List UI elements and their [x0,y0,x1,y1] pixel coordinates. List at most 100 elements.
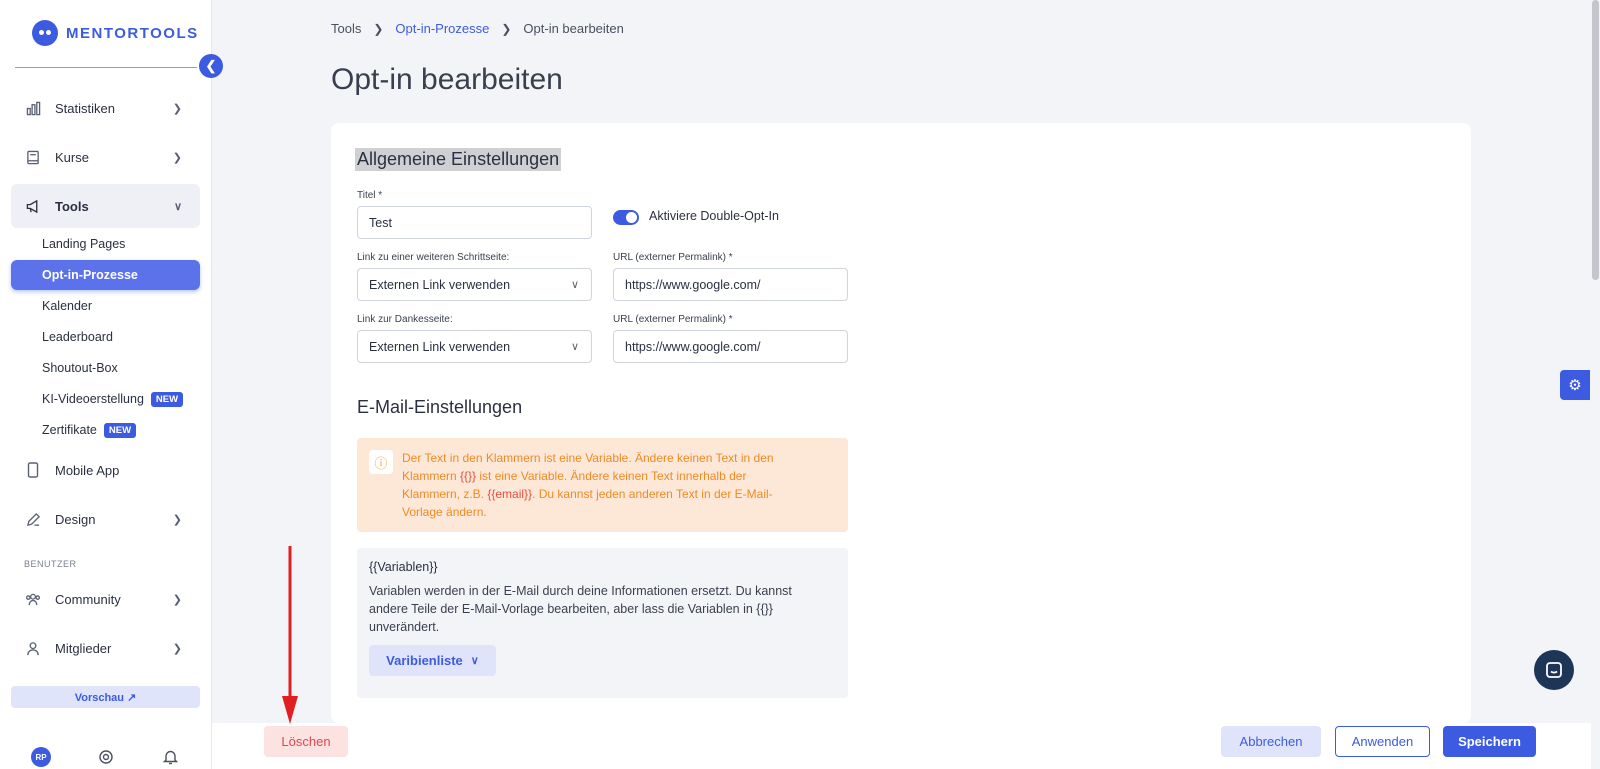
url-input-2[interactable]: https://www.google.com/ [613,330,848,363]
avatar[interactable]: RP [31,747,51,767]
thanks-link-selected: Externen Link verwenden [369,339,511,354]
sidebar-subitem-label: Shoutout-Box [42,361,118,375]
sidebar-subitem-label: Zertifikate [42,423,97,437]
variable-list-label: Varibienliste [386,653,463,668]
sidebar-item-tools[interactable]: Tools ∨ [11,184,200,228]
title-field-label: Titel * [357,190,383,201]
alert-variable: {{email}} [487,487,533,501]
chevron-left-icon: ❮ [205,58,217,73]
section-title-general: Allgemeine Einstellungen [355,148,562,171]
scrollbar-thumb[interactable] [1592,0,1599,280]
sidebar-subitem-label: KI-Videoerstellung [42,392,144,406]
sidebar-subitem-kalender[interactable]: Kalender [11,291,200,321]
title-input[interactable]: Test [357,206,592,239]
sidebar-subitem-label: Kalender [42,299,93,313]
section-title-email: E-Mail-Einstellungen [357,397,523,417]
collapse-sidebar-button[interactable]: ❮ [199,54,223,78]
sidebar-item-label: Design [55,511,96,527]
chat-launcher-button[interactable] [1534,650,1574,690]
chevron-down-icon: ∨ [570,341,579,353]
annotation-arrow [282,546,298,724]
sidebar-item-label: Statistiken [55,100,115,116]
sidebar-subitem-opt-in-prozesse[interactable]: Opt-in-Prozesse [11,260,200,290]
sidebar-item-label: Tools [55,198,89,214]
breadcrumb-item-tools[interactable]: Tools [331,21,361,36]
sidebar-subitem-leaderboard[interactable]: Leaderboard [11,322,200,352]
user-icon [25,640,41,656]
section-label-benutzer: BENUTZER [24,559,77,569]
info-icon: ⓘ [369,450,393,474]
logo[interactable]: MENTORTOOLS [32,20,199,46]
chevron-down-icon: ∨ [470,655,479,667]
settings-icon[interactable] [97,748,115,766]
settings-panel-toggle[interactable]: ⚙ [1560,370,1590,400]
sidebar-item-label: Kurse [55,149,89,165]
url-input-1[interactable]: https://www.google.com/ [613,268,848,301]
sidebar-subitem-shoutout-box[interactable]: Shoutout-Box [11,353,200,383]
chevron-down-icon: ∨ [570,279,579,291]
users-icon [25,591,41,607]
sidebar: MENTORTOOLS Statistiken ❯ Kurse ❯ Tools … [0,0,212,769]
step-link-select[interactable]: Externen Link verwenden ∨ [357,268,592,301]
chevron-right-icon: ❯ [172,151,182,164]
sidebar-item-statistiken[interactable]: Statistiken ❯ [11,86,200,130]
new-badge: NEW [150,391,184,407]
variables-info-box: {{Variablen}} Variablen werden in der E-… [357,548,848,698]
alert-text: Der Text in den Klammern ist eine Variab… [402,449,802,521]
chevron-right-icon: ❯ [172,102,182,115]
double-optin-toggle[interactable] [613,210,639,225]
cancel-button[interactable]: Abbrechen [1221,726,1321,757]
megaphone-icon [25,198,41,214]
variables-title: {{Variablen}} [369,560,438,574]
gear-icon: ⚙ [1568,377,1582,394]
chat-icon [1546,662,1562,678]
new-badge: NEW [103,422,137,438]
sidebar-subitem-label: Leaderboard [42,330,113,344]
logo-text: MENTORTOOLS [66,24,199,42]
step-link-selected: Externen Link verwenden [369,277,511,292]
preview-button[interactable]: Vorschau ↗ [11,686,200,708]
page-title: Opt-in bearbeiten [331,63,563,96]
delete-button[interactable]: Löschen [264,726,348,757]
sidebar-divider [15,67,197,68]
double-optin-label: Aktiviere Double-Opt-In [649,209,779,223]
sidebar-item-community[interactable]: Community ❯ [11,577,200,621]
sidebar-item-label: Mitglieder [55,640,112,656]
chevron-right-icon: ❯ [172,642,182,655]
settings-card: Allgemeine Einstellungen Titel * Test Ak… [331,123,1471,723]
bell-icon[interactable] [161,748,179,766]
thanks-link-label: Link zur Dankesseite: [357,314,453,325]
chevron-right-icon: ❯ [172,593,182,606]
step-link-label: Link zu einer weiteren Schrittseite: [357,252,510,263]
url-label-2: URL (externer Permalink) * [613,314,733,325]
url-label-1: URL (externer Permalink) * [613,252,733,263]
logo-icon [32,20,58,46]
sidebar-subitem-label: Landing Pages [42,237,126,251]
sidebar-item-mobile-app[interactable]: Mobile App [11,448,200,492]
chevron-right-icon: ❯ [501,21,512,36]
edit-icon [25,511,41,527]
sidebar-item-label: Community [55,591,121,607]
sidebar-subitem-ki-videoerstellung[interactable]: KI-Videoerstellung NEW [11,384,200,414]
sidebar-subitem-landing-pages[interactable]: Landing Pages [11,229,200,259]
sidebar-subitem-zertifikate[interactable]: Zertifikate NEW [11,415,200,445]
apply-button[interactable]: Anwenden [1335,726,1430,757]
sidebar-item-mitglieder[interactable]: Mitglieder ❯ [11,626,200,670]
breadcrumb: Tools ❯ Opt-in-Prozesse ❯ Opt-in bearbei… [331,21,624,36]
variable-warning-alert: ⓘ Der Text in den Klammern ist eine Vari… [357,438,848,532]
breadcrumb-item-current: Opt-in bearbeiten [523,21,624,36]
save-button[interactable]: Speichern [1443,726,1536,757]
thanks-link-select[interactable]: Externen Link verwenden ∨ [357,330,592,363]
variables-description: Variablen werden in der E-Mail durch dei… [369,584,792,634]
bar-chart-icon [25,100,41,116]
breadcrumb-item-opt-in-prozesse[interactable]: Opt-in-Prozesse [395,21,489,36]
sidebar-item-kurse[interactable]: Kurse ❯ [11,135,200,179]
chevron-right-icon: ❯ [172,513,182,526]
sidebar-item-label: Mobile App [55,462,120,478]
alert-variable: {{}} [460,469,477,483]
sidebar-item-design[interactable]: Design ❯ [11,497,200,541]
smartphone-icon [25,462,41,478]
book-icon [25,149,41,165]
chevron-down-icon: ∨ [173,200,182,213]
variable-list-button[interactable]: Varibienliste ∨ [369,645,496,676]
